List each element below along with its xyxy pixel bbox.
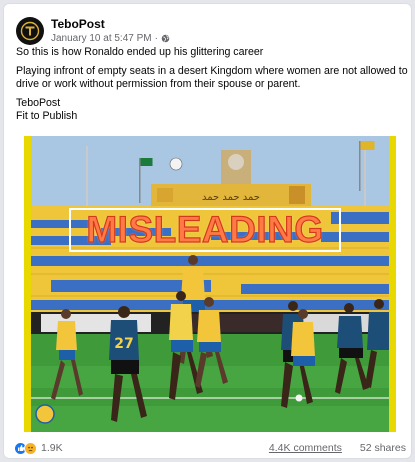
globe-icon[interactable]: [161, 34, 170, 43]
reactions-summary[interactable]: 1.9K: [14, 441, 63, 455]
post-header: TeboPost January 10 at 5:47 PM ·: [16, 13, 170, 49]
reaction-count: 1.9K: [41, 442, 63, 454]
svg-text:حمد حمد حمد: حمد حمد حمد: [202, 192, 260, 203]
page-name[interactable]: TeboPost: [51, 17, 170, 32]
misleading-label: MISLEADING: [86, 208, 324, 250]
post-text-line: Playing infront of empty seats in a dese…: [16, 64, 408, 91]
tebopost-logo-icon: [20, 21, 40, 41]
post-card: TeboPost January 10 at 5:47 PM · So this…: [3, 3, 412, 459]
comments-link[interactable]: 4.4K comments: [269, 442, 342, 454]
post-footer: 1.9K 4.4K comments 52 shares: [14, 440, 406, 456]
post-meta: January 10 at 5:47 PM ·: [51, 32, 170, 45]
misleading-overlay: MISLEADING: [69, 208, 341, 252]
post-text-line: TeboPost: [16, 96, 61, 109]
post-image[interactable]: حمد حمد حمد 27 MISLEADING: [24, 136, 396, 432]
header-text: TeboPost January 10 at 5:47 PM ·: [51, 17, 170, 45]
football-training-photo: حمد حمد حمد 27: [31, 136, 389, 432]
meta-separator: ·: [154, 33, 158, 44]
post-text: So this is how Ronaldo ended up his glit…: [16, 46, 408, 124]
avatar[interactable]: [16, 17, 44, 45]
post-text-line: So this is how Ronaldo ended up his glit…: [16, 46, 264, 58]
sad-icon: [24, 441, 37, 455]
shares-count[interactable]: 52 shares: [360, 442, 406, 454]
post-timestamp[interactable]: January 10 at 5:47 PM: [51, 32, 152, 45]
jersey-number: 27: [114, 336, 133, 352]
post-text-line: Fit to Publish: [16, 110, 78, 122]
stadium-photo: حمد حمد حمد 27: [31, 136, 389, 432]
